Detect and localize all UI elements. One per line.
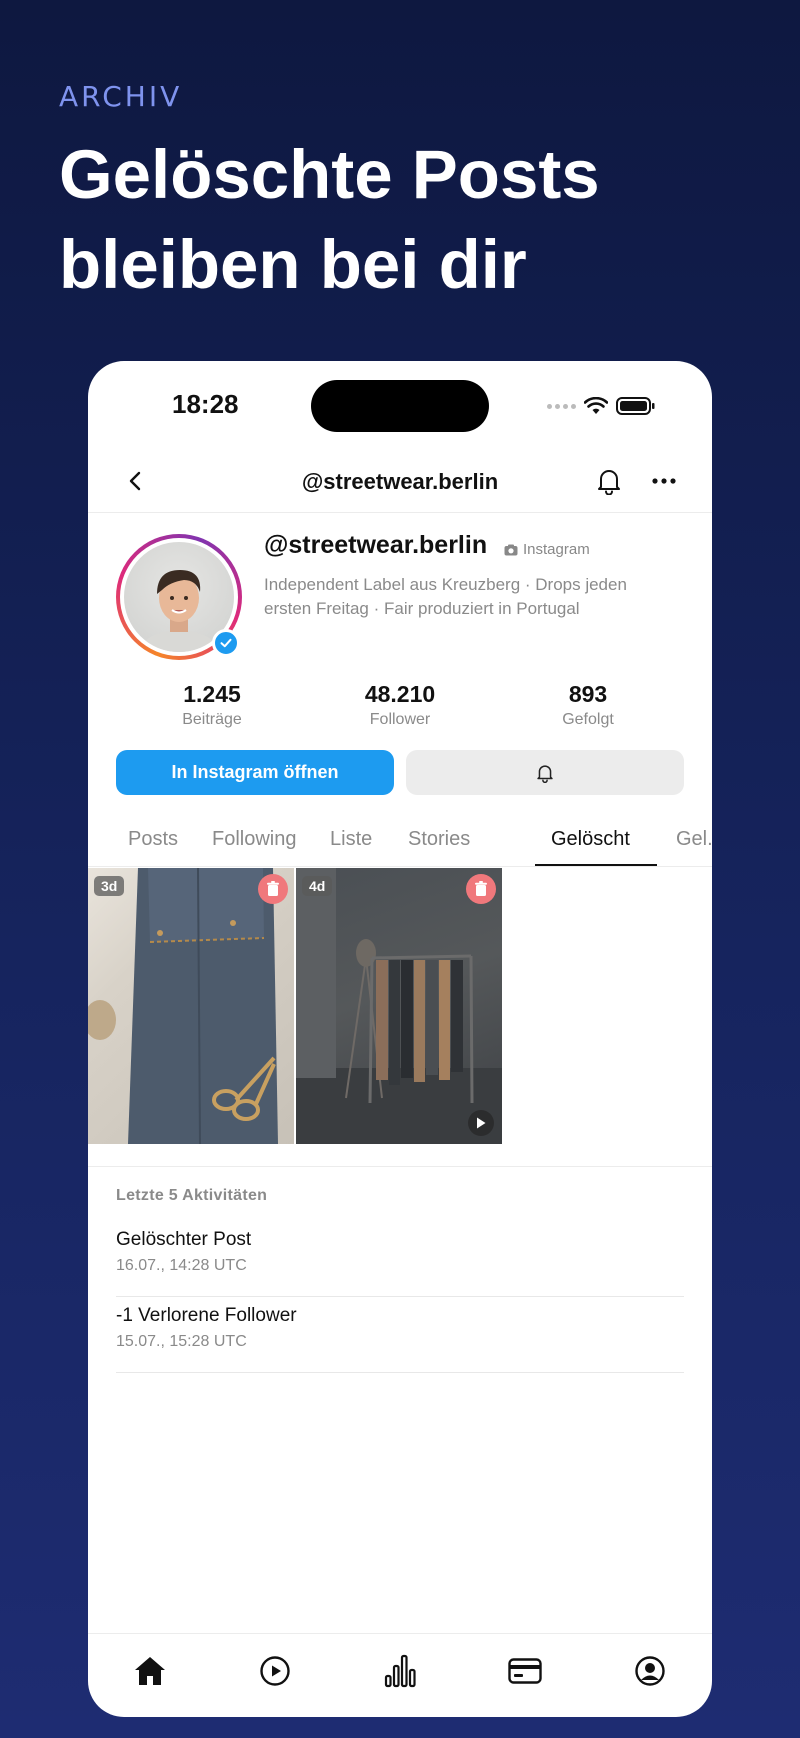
stat-value: 893 [568,681,608,707]
post-age-badge: 4d [302,876,333,896]
activity-title: Gelöschter Post [116,1229,252,1250]
verified-badge-icon [212,629,240,657]
tab-stories[interactable]: Stories [408,811,470,867]
activity-date: 15.07., 15:28 UTC [116,1333,247,1350]
card-icon[interactable] [462,1634,587,1717]
promo-headline-line1: Gelöschte Posts [59,136,600,213]
divider [88,1166,712,1167]
stat-value: 1.245 [183,681,241,707]
bio-line: ersten Freitag · Fair produziert in Port… [264,599,580,618]
post-tile[interactable]: 3d [88,868,294,1144]
status-time: 18:28 [172,389,239,419]
stat-label: Follower [369,711,431,728]
deleted-posts-grid: 3d 4d [88,868,712,1144]
bottom-nav [88,1633,712,1717]
stat-posts[interactable]: 1.245 Beiträge [118,681,306,729]
stat-label: Gefolgt [562,711,614,728]
stat-followers[interactable]: 48.210 Follower [306,681,494,729]
signal-icon [547,403,576,409]
post-image-clothing-rack [296,868,502,1144]
camera-icon [504,544,518,555]
activity-title: -1 Verlorene Follower [116,1305,297,1326]
more-icon[interactable] [650,467,678,495]
play-icon[interactable] [213,1634,338,1717]
bio-line: Independent Label aus Kreuzberg · Drops … [264,575,627,594]
tab-following[interactable]: Following [212,811,296,867]
profile-icon[interactable] [587,1634,712,1717]
tab-truncated[interactable]: Gel... [676,811,712,867]
platform-label: Instagram [523,541,590,558]
active-tab-indicator [535,864,657,866]
stat-label: Beiträge [182,711,242,728]
post-image-jeans [88,868,278,1144]
profile-handle: @streetwear.berlin [264,531,488,559]
open-in-instagram-button[interactable]: In Instagram öffnen [116,750,394,795]
chart-icon[interactable] [338,1634,463,1717]
home-icon[interactable] [88,1634,213,1717]
play-icon [468,1110,494,1136]
tab-posts[interactable]: Posts [128,811,178,867]
profile-bio: Independent Label aus Kreuzberg · Drops … [264,573,684,621]
activity-item[interactable]: -1 Verlorene Follower 15.07., 15:28 UTC [116,1297,684,1373]
tab-geloescht[interactable]: Gelöscht [551,811,630,867]
top-nav: @streetwear.berlin [88,449,712,513]
activity-heading: Letzte 5 Aktivitäten [116,1187,268,1204]
bell-icon [537,764,553,783]
post-age-badge: 3d [94,876,125,896]
phone-screen: 18:28 @streetwear.berlin @streetwear.ber… [88,361,712,1717]
promo-eyebrow: ARCHIV [59,80,183,113]
activity-date: 16.07., 14:28 UTC [116,1257,247,1274]
activity-item[interactable]: Gelöschter Post 16.07., 14:28 UTC [116,1221,684,1297]
dynamic-island [311,380,489,432]
trash-icon[interactable] [258,874,288,904]
status-icons [547,396,656,416]
stat-value: 48.210 [364,681,436,707]
stat-following[interactable]: 893 Gefolgt [494,681,682,729]
platform-tag: Instagram [504,541,590,558]
tab-liste[interactable]: Liste [330,811,372,867]
promo-headline-line2: bleiben bei dir [59,226,527,303]
trash-icon[interactable] [466,874,496,904]
promo-headline: Gelöschte Posts bleiben bei dir [59,130,759,310]
profile-tabs: Posts Following Liste Stories Gelöscht G… [88,811,712,867]
wifi-icon [584,397,608,414]
post-tile[interactable]: 4d [296,868,502,1144]
battery-icon [616,397,655,415]
notify-button[interactable] [406,750,684,795]
profile-stats: 1.245 Beiträge 48.210 Follower 893 Gefol… [118,681,682,729]
bell-icon[interactable] [596,467,622,495]
